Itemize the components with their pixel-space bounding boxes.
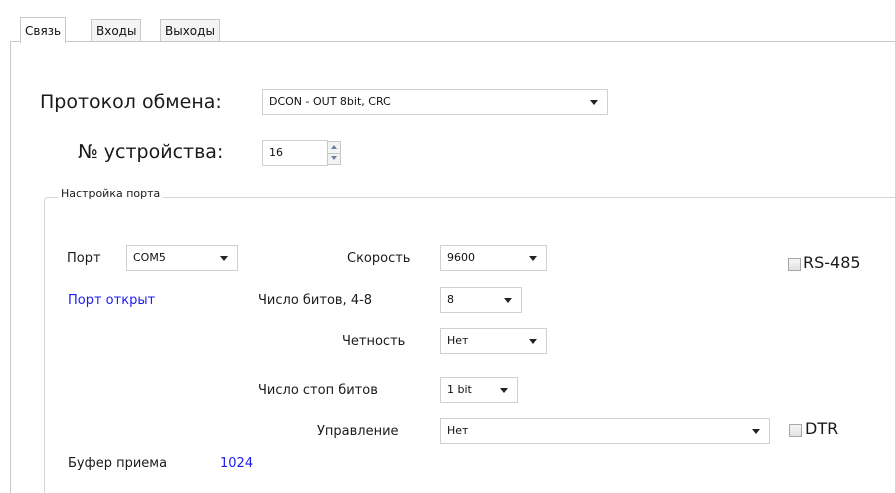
port-select[interactable]: COM5 — [126, 245, 238, 271]
device-number-label: № устройства: — [78, 141, 224, 163]
tab-vkhody[interactable]: Входы — [91, 19, 142, 41]
chevron-down-icon — [220, 256, 228, 261]
buffer-value: 1024 — [220, 456, 254, 471]
chevron-down-icon — [500, 388, 508, 393]
device-number-input[interactable]: 16 — [262, 140, 328, 166]
stop-bits-select[interactable]: 1 bit — [440, 377, 518, 403]
device-number-value: 16 — [269, 146, 283, 159]
dtr-checkbox[interactable] — [789, 424, 802, 437]
dtr-label[interactable]: DTR — [805, 419, 838, 438]
buffer-label: Буфер приема — [68, 456, 168, 471]
protocol-label: Протокол обмена: — [40, 91, 222, 113]
rs485-label[interactable]: RS-485 — [803, 253, 861, 272]
tab-vykhody[interactable]: Выходы — [160, 19, 220, 41]
speed-select-value: 9600 — [447, 251, 475, 264]
parity-label: Четность — [342, 334, 406, 349]
tab-panel-border — [10, 41, 11, 493]
port-select-value: COM5 — [133, 251, 166, 264]
control-select[interactable]: Нет — [440, 418, 770, 444]
tab-svyaz[interactable]: Связь — [20, 17, 67, 43]
protocol-select[interactable]: DCON - OUT 8bit, CRC — [262, 89, 608, 115]
port-status-text: Порт открыт — [68, 293, 156, 308]
port-settings-title: Настройка порта — [58, 187, 164, 200]
chevron-down-icon — [752, 429, 760, 434]
stop-bits-label: Число стоп битов — [258, 383, 378, 398]
chevron-down-icon — [529, 339, 537, 344]
parity-select[interactable]: Нет — [440, 328, 547, 354]
bits-label: Число битов, 4-8 — [258, 293, 373, 308]
bits-select-value: 8 — [447, 293, 454, 306]
chevron-down-icon — [529, 256, 537, 261]
parity-select-value: Нет — [447, 334, 469, 347]
port-label: Порт — [67, 251, 101, 266]
protocol-select-value: DCON - OUT 8bit, CRC — [269, 95, 391, 108]
chevron-down-icon — [590, 100, 598, 105]
tab-divider — [10, 41, 895, 42]
speed-select[interactable]: 9600 — [440, 245, 547, 271]
control-select-value: Нет — [447, 424, 469, 437]
bits-select[interactable]: 8 — [440, 287, 522, 313]
chevron-down-icon — [504, 298, 512, 303]
device-number-spinner[interactable] — [327, 141, 341, 165]
control-label: Управление — [317, 424, 399, 439]
rs485-checkbox[interactable] — [788, 258, 801, 271]
stop-bits-select-value: 1 bit — [447, 383, 472, 396]
spin-down-icon[interactable] — [328, 153, 340, 164]
speed-label: Скорость — [347, 251, 411, 266]
